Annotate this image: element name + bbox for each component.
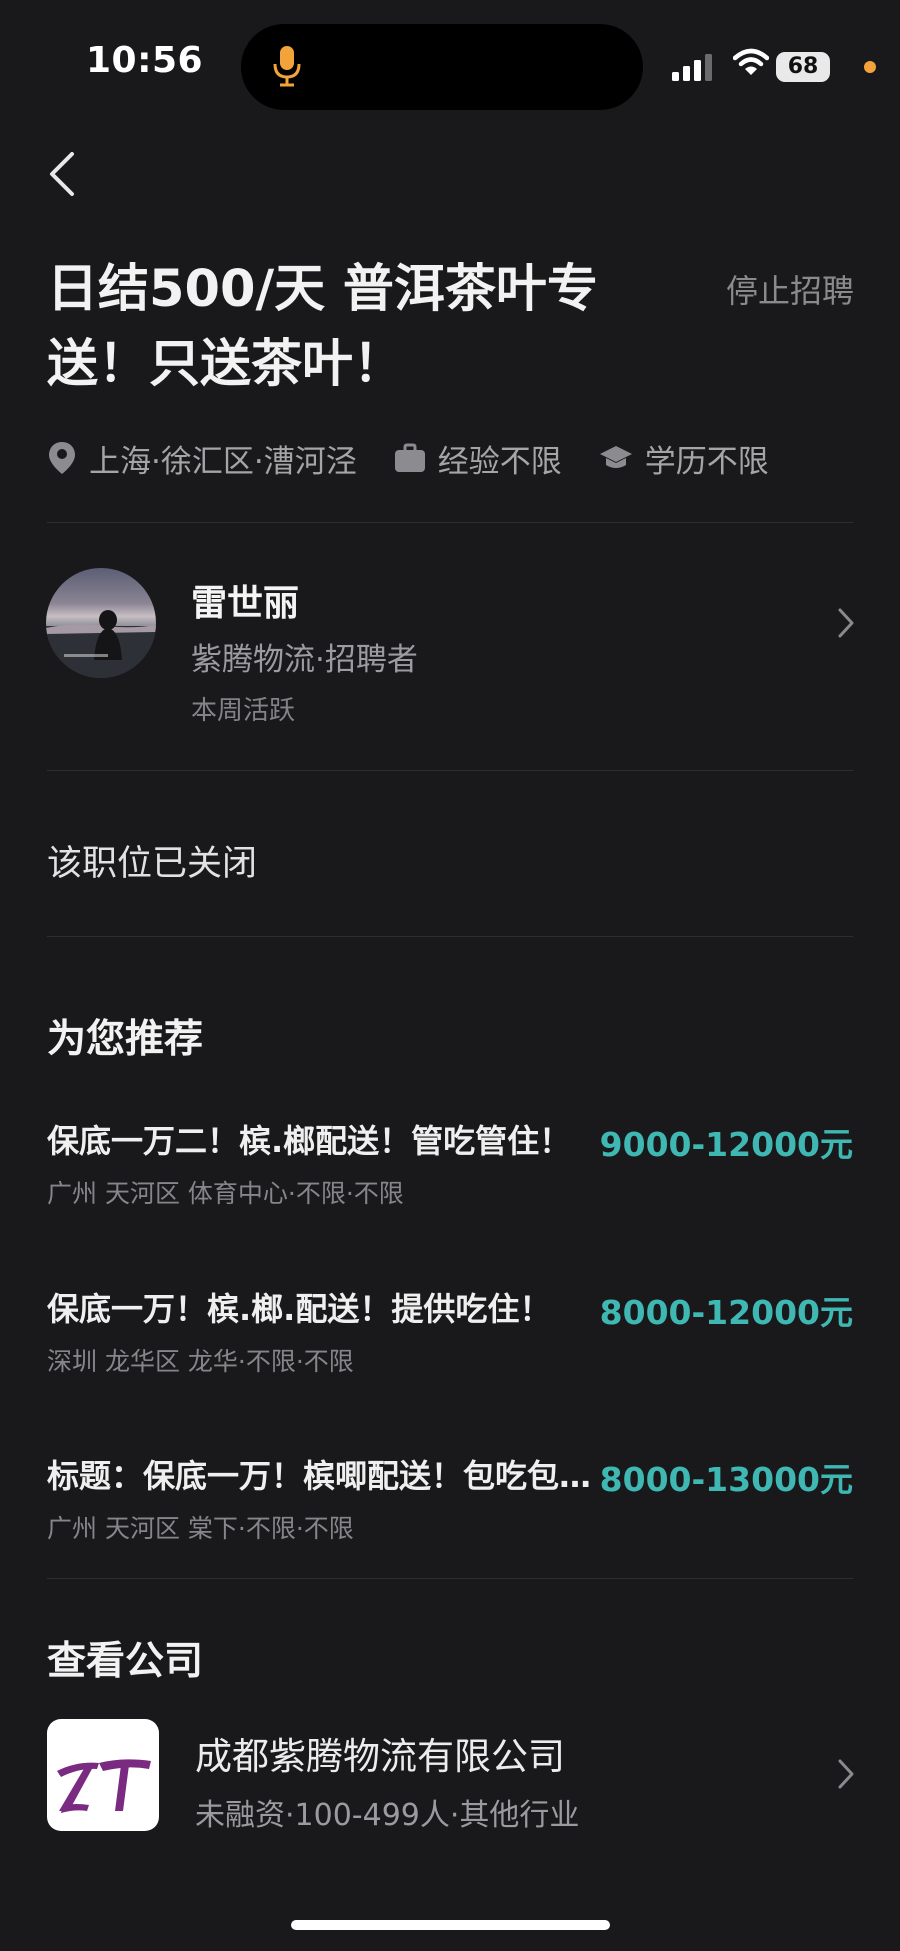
recruiter-company-role: 紫腾物流·招聘者 (191, 642, 418, 678)
recommended-job[interactable]: 标题：保底一万！槟唧配送！包吃包住！ 8000-13000元 广州 天河区 棠下… (47, 1451, 853, 1543)
recommended-job-title: 保底一万二！槟.榔配送！管吃管住！ (47, 1122, 572, 1160)
status-time: 10:56 (86, 40, 204, 81)
chevron-right-icon (838, 608, 854, 638)
meta-location-text: 上海·徐汇区·漕河泾 (89, 443, 357, 480)
meta-location: 上海·徐汇区·漕河泾 (47, 436, 357, 481)
divider (47, 522, 853, 523)
company-section-title: 查看公司 (47, 1639, 204, 1684)
privacy-indicator-dot (864, 61, 876, 73)
recruiter-name: 雷世丽 (191, 583, 300, 624)
recommended-job-location: 深圳 龙华区 龙华·不限·不限 (47, 1347, 354, 1376)
recommended-job-salary: 8000-13000元 (599, 1460, 853, 1499)
recommended-job-location: 广州 天河区 体育中心·不限·不限 (47, 1179, 404, 1208)
briefcase-icon (394, 443, 425, 472)
recommended-job[interactable]: 保底一万二！槟.榔配送！管吃管住！ 9000-12000元 广州 天河区 体育中… (47, 1116, 853, 1208)
recommended-job-title: 标题：保底一万！槟唧配送！包吃包住！ (47, 1457, 602, 1495)
recommended-job-salary: 8000-12000元 (599, 1293, 853, 1332)
chevron-left-icon (50, 152, 74, 196)
signal-icon (672, 52, 716, 86)
job-closed-notice: 该职位已关闭 (47, 844, 258, 884)
company-logo[interactable] (47, 1719, 159, 1831)
company-detail-button[interactable] (836, 1757, 856, 1795)
recommended-job-location: 广州 天河区 棠下·不限·不限 (47, 1514, 354, 1543)
company-logo-graphic (57, 1759, 151, 1813)
mic-icon (272, 44, 302, 92)
recruiter-detail-button[interactable] (836, 606, 856, 644)
recommend-section-title: 为您推荐 (47, 1017, 204, 1062)
divider (47, 770, 853, 771)
job-status-label: 停止招聘 (726, 272, 855, 310)
wifi-icon (732, 48, 770, 82)
recommended-job-salary: 9000-12000元 (599, 1125, 853, 1164)
chevron-right-icon (838, 1759, 854, 1789)
location-pin-icon (49, 442, 75, 474)
meta-education: 学历不限 (599, 436, 769, 481)
recruiter-avatar[interactable] (46, 568, 156, 678)
home-indicator[interactable] (291, 1920, 610, 1930)
recruiter-activity: 本周活跃 (191, 696, 296, 726)
job-meta-row: 上海·徐汇区·漕河泾 经验不限 学历不限 (47, 436, 806, 480)
divider (47, 936, 853, 937)
recommended-job-title: 保底一万！槟.榔.配送！提供吃住！ (47, 1290, 552, 1328)
company-info: 未融资·100-499人·其他行业 (195, 1798, 580, 1833)
recommended-job[interactable]: 保底一万！槟.榔.配送！提供吃住！ 8000-12000元 深圳 龙华区 龙华·… (47, 1284, 853, 1376)
divider (47, 1578, 853, 1579)
graduation-cap-icon (599, 446, 632, 468)
meta-education-text: 学历不限 (644, 443, 769, 480)
meta-experience-text: 经验不限 (437, 443, 562, 480)
back-button[interactable] (44, 148, 80, 200)
job-title: 日结500/天 普洱茶叶专 送！只送茶叶！ (47, 260, 598, 394)
company-name: 成都紫腾物流有限公司 (195, 1735, 565, 1778)
battery-icon: 68 (776, 52, 830, 82)
meta-experience: 经验不限 (394, 436, 562, 481)
